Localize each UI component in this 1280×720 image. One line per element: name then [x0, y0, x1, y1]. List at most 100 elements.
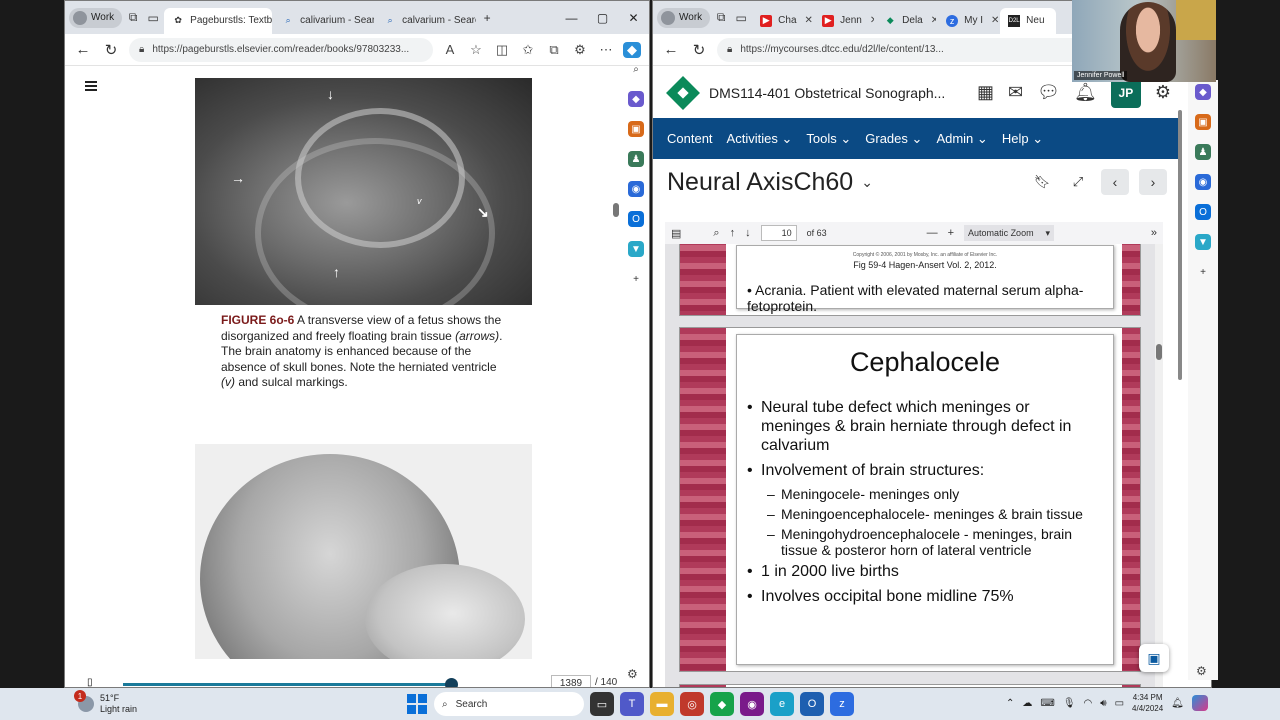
mail-icon[interactable]: ✉	[1008, 82, 1023, 103]
more-menu-icon[interactable]: ⋯	[597, 42, 615, 58]
close-tab-icon[interactable]: ✕	[870, 15, 874, 26]
refresh-icon[interactable]: ↻	[101, 41, 121, 59]
start-windows-icon[interactable]	[406, 693, 428, 715]
notifications-bell-icon[interactable]: 🔔︎	[1074, 82, 1097, 103]
tab-actions-icon[interactable]: ▭	[732, 9, 750, 27]
split-screen-icon[interactable]: ◫	[493, 42, 511, 58]
app-icon[interactable]: ◎	[680, 692, 704, 716]
tools-icon[interactable]: ▣	[1195, 114, 1211, 130]
back-icon[interactable]: ←	[661, 41, 681, 58]
read-aloud-icon[interactable]: A	[441, 42, 459, 57]
games-icon[interactable]: ♟	[1195, 144, 1211, 160]
favorites-icon[interactable]: ✩	[519, 42, 537, 58]
minimize-icon[interactable]: —	[556, 11, 587, 25]
next-topic-button[interactable]: ›	[1139, 169, 1167, 195]
profile-button[interactable]: Work	[69, 7, 123, 28]
chevron-down-icon[interactable]: ⌄	[861, 174, 873, 191]
close-tab-icon[interactable]: ✕	[991, 15, 998, 26]
m365-icon[interactable]: ◉	[1195, 174, 1211, 190]
nav-tools[interactable]: Tools ⌄	[806, 131, 851, 147]
cloud-icon[interactable]: ☁	[1022, 698, 1032, 709]
refresh-icon[interactable]: ↻	[689, 41, 709, 59]
games-icon[interactable]: ♟	[628, 151, 644, 167]
back-icon[interactable]: ←	[73, 41, 93, 58]
tab-pageburst[interactable]: ✿Pageburstls: Textb✕	[164, 7, 273, 34]
add-sidebar-icon[interactable]: +	[1195, 264, 1211, 280]
collections-icon[interactable]: ⧉	[545, 42, 563, 58]
page-number-input[interactable]: 1389	[551, 675, 591, 687]
clock[interactable]: 4:34 PM 4/4/2024	[1132, 692, 1163, 714]
weather-widget[interactable]: 1 51°F Light rain	[74, 690, 137, 715]
new-tab-icon[interactable]: +	[478, 9, 496, 27]
tab-delaware[interactable]: ◆ Dela ✕	[876, 8, 936, 34]
tab-youtube-2[interactable]: ▶ Jenn ✕	[814, 8, 874, 34]
shopping-icon[interactable]: ◆	[1195, 84, 1211, 100]
taskbar-search[interactable]: ⌕ Search	[434, 692, 584, 716]
app-icon[interactable]: ◉	[740, 692, 764, 716]
tab-youtube-1[interactable]: ▶ Cha ✕	[752, 8, 812, 34]
page-slider[interactable]	[123, 678, 458, 687]
drop-icon[interactable]: ▼	[628, 241, 644, 257]
extensions-icon[interactable]: ⚙	[571, 42, 589, 58]
search-icon[interactable]: ⌕	[713, 227, 719, 240]
previous-page-icon[interactable]: ↑	[730, 227, 736, 239]
next-page-icon[interactable]: ↓	[745, 227, 751, 239]
zoom-select[interactable]: Automatic Zoom ▾	[964, 225, 1055, 241]
nav-grades[interactable]: Grades ⌄	[865, 131, 922, 147]
close-tab-icon[interactable]: ✕	[805, 15, 813, 26]
nav-help[interactable]: Help ⌄	[1002, 131, 1043, 147]
close-window-icon[interactable]: ✕	[618, 11, 649, 25]
nav-activities[interactable]: Activities ⌄	[727, 131, 793, 147]
course-title[interactable]: DMS114-401 Obstetrical Sonograph...	[709, 85, 945, 101]
tab-actions-icon[interactable]: ▭	[144, 9, 162, 27]
zoom-in-icon[interactable]: +	[948, 227, 954, 239]
d2l-logo-icon[interactable]	[666, 75, 700, 110]
slider-knob[interactable]	[445, 678, 458, 687]
add-sidebar-icon[interactable]: +	[628, 271, 644, 287]
settings-gear-icon[interactable]: ⚙	[1155, 82, 1171, 103]
menu-icon[interactable]	[85, 81, 97, 91]
scrollbar-thumb[interactable]	[613, 203, 619, 217]
close-tab-icon[interactable]: ✕	[931, 15, 936, 26]
previous-topic-button[interactable]: ‹	[1101, 169, 1129, 195]
nav-content[interactable]: Content	[667, 131, 713, 146]
zoom-out-icon[interactable]: —	[927, 227, 938, 239]
shield-app-icon[interactable]: ◆	[710, 692, 734, 716]
scrollbar-thumb[interactable]	[1178, 110, 1182, 380]
pdf-page-input[interactable]: 10	[760, 225, 797, 241]
outlook-icon[interactable]: O	[1195, 204, 1211, 220]
tab-search-2[interactable]: ⌕calvarium - Searc✕	[376, 8, 477, 34]
workspaces-icon[interactable]: ⧉	[124, 9, 142, 27]
battery-icon[interactable]: ▭	[1115, 698, 1124, 709]
chat-icon[interactable]: 💬︎	[1037, 82, 1060, 103]
copilot-icon[interactable]	[1191, 695, 1208, 711]
file-explorer-icon[interactable]: ▬	[650, 692, 674, 716]
tab-zoom[interactable]: z My I ✕	[938, 8, 998, 34]
workspaces-icon[interactable]: ⧉	[712, 9, 730, 27]
chevron-up-icon[interactable]: ⌃	[1006, 698, 1014, 709]
favorite-star-icon[interactable]: ☆	[467, 42, 485, 58]
notifications-bell-icon[interactable]: 🔔︎	[1171, 698, 1184, 709]
wifi-icon[interactable]: ◠	[1084, 698, 1093, 709]
m365-icon[interactable]: ◉	[628, 181, 644, 197]
profile-button[interactable]: Work	[657, 7, 711, 28]
pdf-scrollbar[interactable]	[1155, 244, 1163, 687]
keyboard-icon[interactable]: ⌨	[1040, 698, 1054, 709]
bookmark-icon[interactable]: 🔖︎	[1029, 169, 1055, 195]
reader-scrollbar[interactable]	[613, 73, 619, 653]
maximize-icon[interactable]: ▢	[587, 11, 618, 25]
nav-admin[interactable]: Admin ⌄	[936, 131, 987, 147]
volume-icon[interactable]: 🔊︎	[1100, 698, 1106, 709]
sidebar-toggle-icon[interactable]: ▤	[671, 227, 681, 240]
apps-grid-icon[interactable]: ▦	[977, 82, 994, 103]
url-field[interactable]: 🔒︎ https://pageburstls.elsevier.com/reade…	[129, 37, 433, 62]
settings-gear-icon[interactable]: ⚙	[1196, 664, 1207, 678]
settings-gear-icon[interactable]: ⚙	[627, 667, 638, 681]
zoom-app-icon[interactable]: z	[830, 692, 854, 716]
more-tools-icon[interactable]: »	[1151, 227, 1157, 239]
fullscreen-icon[interactable]: ⤢	[1065, 169, 1091, 195]
outlook-icon[interactable]: O	[800, 692, 824, 716]
outlook-icon[interactable]: O	[628, 211, 644, 227]
tab-search-1[interactable]: ⌕calivarium - Searc✕	[274, 8, 375, 34]
scrollbar-thumb[interactable]	[1156, 344, 1162, 360]
